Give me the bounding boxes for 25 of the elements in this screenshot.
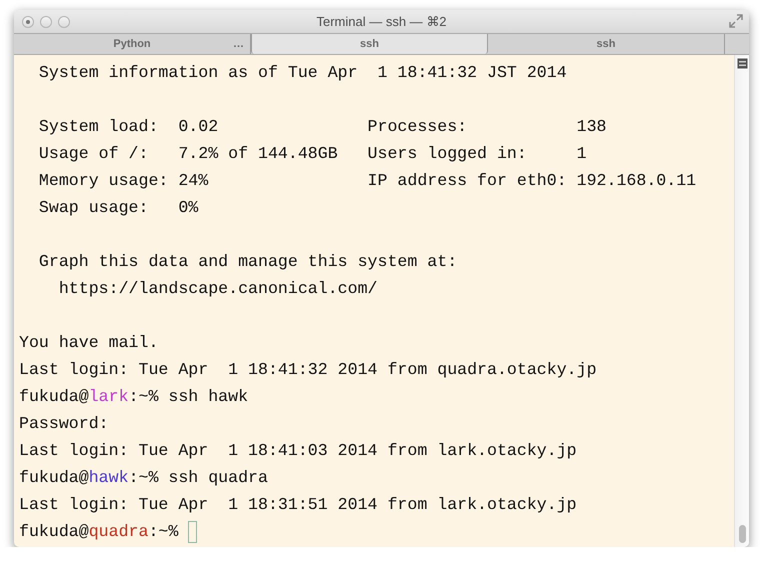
terminal-line: System load: 0.02 Processes: 138 <box>38 116 608 138</box>
terminal-line: System information as of Tue Apr 1 18:41:32 JST 2014 <box>38 62 568 84</box>
terminal-line: Usage of /: 7.2% of 144.48GB Users logged in: 1 <box>38 143 588 165</box>
scrollbar[interactable] <box>734 55 749 547</box>
minimize-button[interactable] <box>40 16 52 28</box>
terminal-line: Graph this data and manage this system at: <box>38 251 458 273</box>
terminal-line: Password: <box>19 413 110 435</box>
prompt-line: fukuda@hawk:~% ssh quadra <box>19 468 268 487</box>
split-pane-icon[interactable] <box>736 58 748 69</box>
tab[interactable]: ssh <box>251 34 488 54</box>
terminal-line: https://landscape.canonical.com/ <box>58 278 378 300</box>
scroll-thumb[interactable] <box>738 525 746 543</box>
close-button[interactable] <box>22 16 34 28</box>
fullscreen-icon[interactable] <box>729 14 743 28</box>
terminal-line: Swap usage: 0% <box>38 197 200 219</box>
prompt-line: fukuda@lark:~% ssh hawk <box>19 387 248 406</box>
prompt-line: fukuda@quadra:~% <box>19 522 180 541</box>
activity-indicator: … <box>233 38 244 50</box>
terminal-line: Memory usage: 24% IP address for eth0: 192.168.0.11 <box>38 170 698 192</box>
terminal-line: You have mail. <box>19 332 160 354</box>
window-title: Terminal — ssh — ⌘2 <box>316 14 447 29</box>
terminal-line: Last login: Tue Apr 1 18:41:03 2014 from lark.otacky.jp <box>19 440 578 462</box>
terminal-line: Last login: Tue Apr 1 18:41:32 2014 from quadra.otacky.jp <box>19 359 598 381</box>
zoom-button[interactable] <box>58 16 70 28</box>
terminal-line: Last login: Tue Apr 1 18:31:51 2014 from lark.otacky.jp <box>19 494 578 516</box>
